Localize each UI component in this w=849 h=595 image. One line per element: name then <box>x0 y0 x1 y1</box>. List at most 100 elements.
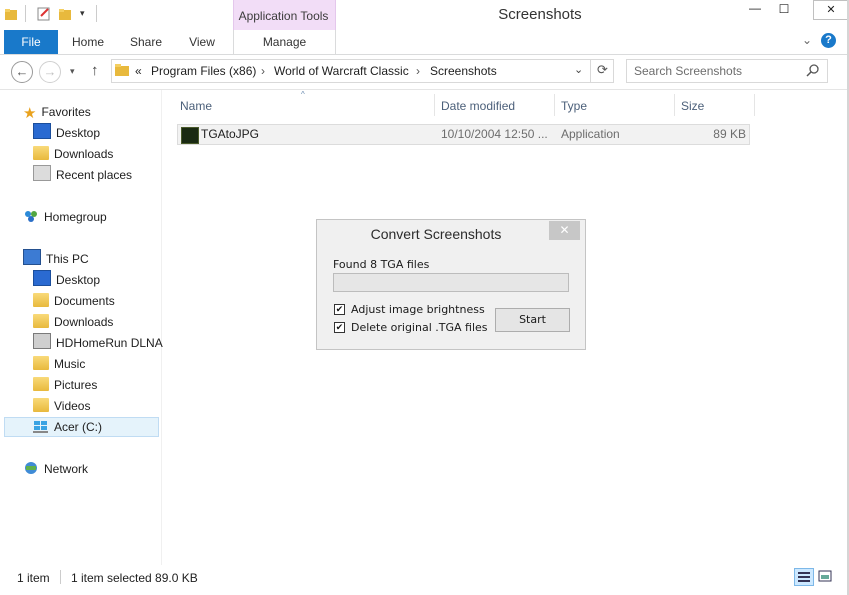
file-name: TGAtoJPG <box>201 127 260 141</box>
refresh-icon[interactable]: ⟳ <box>590 59 614 83</box>
breadcrumb-overflow[interactable]: « <box>135 64 142 78</box>
column-divider[interactable] <box>554 94 555 116</box>
status-selection: 1 item selected 89.0 KB <box>71 571 198 585</box>
up-arrow-icon[interactable]: ↑ <box>91 62 99 79</box>
downloads-folder-icon <box>33 314 49 328</box>
delete-original-checkbox[interactable]: ✔ <box>334 322 345 333</box>
qat-separator <box>25 5 26 22</box>
nav-homegroup[interactable]: Homegroup <box>23 207 107 227</box>
column-header-name[interactable]: Name <box>180 97 212 117</box>
forward-arrow-icon: → <box>43 64 57 79</box>
dialog-status-text: Found 8 TGA files <box>333 258 430 271</box>
qat-separator <box>96 5 97 22</box>
nav-pc-downloads[interactable]: Downloads <box>33 312 113 332</box>
progress-bar <box>333 273 569 292</box>
column-divider[interactable] <box>674 94 675 116</box>
adjust-brightness-label[interactable]: Adjust image brightness <box>351 303 485 316</box>
nav-pc-desktop[interactable]: Desktop <box>33 270 100 290</box>
tab-home[interactable]: Home <box>64 30 112 54</box>
recent-locations-icon[interactable]: ▾ <box>70 66 75 77</box>
large-icons-view-button[interactable] <box>816 568 836 586</box>
recent-places-icon <box>33 165 51 181</box>
tab-file[interactable]: File <box>4 30 58 54</box>
details-view-icon <box>798 572 810 582</box>
nav-hdhomerun-dlna[interactable]: HDHomeRun DLNA <box>33 333 163 353</box>
delete-original-label[interactable]: Delete original .TGA files <box>351 321 488 334</box>
properties-icon[interactable] <box>37 7 51 21</box>
documents-folder-icon <box>33 293 49 307</box>
tab-view[interactable]: View <box>178 30 226 54</box>
pictures-folder-icon <box>33 377 49 391</box>
new-folder-icon[interactable] <box>58 7 72 21</box>
drive-icon <box>33 419 49 433</box>
breadcrumb-separator[interactable]: › <box>261 64 265 78</box>
desktop-icon <box>33 123 51 139</box>
breadcrumb-program-files[interactable]: Program Files (x86) <box>151 64 256 78</box>
nav-network[interactable]: Network <box>23 459 88 479</box>
status-divider <box>60 570 61 584</box>
nav-documents[interactable]: Documents <box>33 291 115 311</box>
ribbon-expand-icon[interactable]: ⌄ <box>802 33 812 47</box>
back-button[interactable]: ← <box>11 61 33 83</box>
large-icons-view-icon <box>818 570 832 582</box>
file-size: 89 KB <box>713 127 746 141</box>
downloads-folder-icon <box>33 146 49 160</box>
column-header-size[interactable]: Size <box>681 97 704 117</box>
column-header-type[interactable]: Type <box>561 97 587 117</box>
maximize-button[interactable]: ☐ <box>771 0 797 20</box>
network-icon <box>23 461 39 475</box>
title-bar <box>0 0 849 30</box>
breadcrumb-world-of-warcraft-classic[interactable]: World of Warcraft Classic <box>274 64 409 78</box>
help-icon[interactable]: ? <box>821 33 836 48</box>
application-tools-label: Application Tools <box>238 9 329 23</box>
close-icon: ✕ <box>559 223 570 237</box>
dialog-title: Convert Screenshots <box>370 226 502 242</box>
tab-share[interactable]: Share <box>122 30 170 54</box>
nav-pictures[interactable]: Pictures <box>33 375 97 395</box>
media-server-icon <box>33 333 51 349</box>
status-item-count: 1 item <box>17 571 50 585</box>
search-icon[interactable] <box>806 63 820 80</box>
star-icon: ★ <box>23 105 37 122</box>
sort-ascending-icon: ^ <box>301 90 305 99</box>
back-arrow-icon: ← <box>15 64 29 79</box>
column-header-date-modified[interactable]: Date modified <box>441 97 515 117</box>
forward-button[interactable]: → <box>39 61 61 83</box>
file-type: Application <box>561 127 620 141</box>
tab-manage[interactable]: Manage <box>233 30 336 54</box>
folder-icon <box>114 63 130 80</box>
dialog-close-button[interactable]: ✕ <box>549 221 580 240</box>
details-view-button[interactable] <box>794 568 814 586</box>
adjust-brightness-checkbox[interactable]: ✔ <box>334 304 345 315</box>
close-icon: ✕ <box>826 4 836 16</box>
column-divider[interactable] <box>754 94 755 116</box>
desktop-icon <box>33 270 51 286</box>
search-placeholder: Search Screenshots <box>634 64 743 78</box>
close-button[interactable]: ✕ <box>813 0 849 20</box>
nav-recent-places[interactable]: Recent places <box>33 165 132 185</box>
checkmark-icon: ✔ <box>335 322 344 332</box>
nav-this-pc[interactable]: This PC <box>23 249 89 269</box>
minimize-button[interactable]: — <box>740 0 770 20</box>
computer-icon <box>23 249 41 265</box>
start-button[interactable]: Start <box>495 308 570 332</box>
nav-favorites[interactable]: ★ Favorites <box>23 102 91 122</box>
address-dropdown-icon[interactable]: ⌄ <box>574 63 583 76</box>
breadcrumb-separator[interactable]: › <box>416 64 420 78</box>
nav-music[interactable]: Music <box>33 354 85 374</box>
folder-icon[interactable] <box>4 7 18 21</box>
file-date-modified: 10/10/2004 12:50 ... <box>441 127 548 141</box>
nav-desktop[interactable]: Desktop <box>33 123 100 143</box>
column-divider[interactable] <box>434 94 435 116</box>
checkmark-icon: ✔ <box>335 304 344 314</box>
nav-videos[interactable]: Videos <box>33 396 90 416</box>
nav-downloads[interactable]: Downloads <box>33 144 113 164</box>
homegroup-icon <box>23 209 39 223</box>
music-folder-icon <box>33 356 49 370</box>
window-title: Screenshots <box>498 6 582 23</box>
application-icon <box>181 127 199 144</box>
nav-acer-drive[interactable]: Acer (C:) <box>33 417 102 437</box>
customize-qat-icon[interactable]: ▾ <box>80 8 85 19</box>
breadcrumb-screenshots[interactable]: Screenshots <box>430 64 497 78</box>
videos-folder-icon <box>33 398 49 412</box>
